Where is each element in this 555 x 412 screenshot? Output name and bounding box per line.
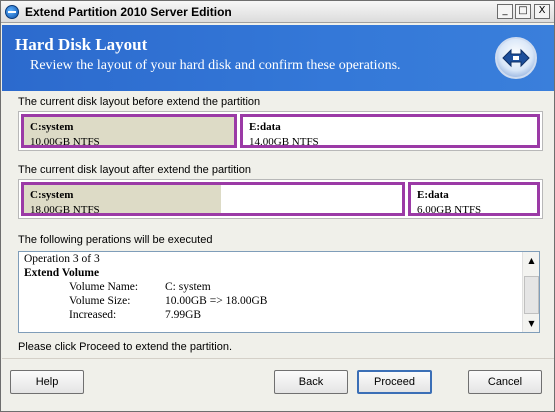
operation-counter: Operation 3 of 3 bbox=[24, 253, 100, 265]
instruction-text: Please click Proceed to extend the parti… bbox=[18, 341, 233, 353]
after-partition-c[interactable]: C:system 18.00GB NTFS bbox=[21, 182, 405, 216]
after-disk-bar: C:system 18.00GB NTFS E:data 6.00GB NTFS bbox=[18, 179, 543, 219]
partition-size: 14.00GB NTFS bbox=[249, 136, 319, 148]
detail-value: 7.99GB bbox=[165, 309, 202, 321]
title-bar[interactable]: Extend Partition 2010 Server Edition _ □… bbox=[1, 1, 554, 23]
page-subtitle: Review the layout of your hard disk and … bbox=[30, 58, 401, 73]
scroll-down-arrow-icon[interactable]: ▼ bbox=[524, 316, 539, 331]
partition-name: E:data bbox=[249, 121, 281, 133]
before-disk-bar: C:system 10.00GB NTFS E:data 14.00GB NTF… bbox=[18, 111, 543, 151]
divider bbox=[2, 358, 554, 359]
partition-name: C:system bbox=[30, 121, 74, 133]
after-layout-label: The current disk layout after extend the… bbox=[18, 164, 251, 176]
vertical-scrollbar[interactable]: ▲ ▼ bbox=[522, 252, 539, 332]
partition-name: E:data bbox=[417, 189, 449, 201]
operation-detail-row: Increased: 7.99GB bbox=[24, 308, 201, 322]
after-partition-e[interactable]: E:data 6.00GB NTFS bbox=[408, 182, 540, 216]
dialog-window: Extend Partition 2010 Server Edition _ □… bbox=[0, 0, 555, 412]
detail-value: 10.00GB => 18.00GB bbox=[165, 295, 268, 307]
operation-detail-row: Volume Name: C: system bbox=[24, 280, 211, 294]
scroll-up-arrow-icon[interactable]: ▲ bbox=[524, 253, 539, 268]
page-title: Hard Disk Layout bbox=[15, 35, 148, 54]
partition-arrows-icon bbox=[495, 37, 537, 79]
before-layout-label: The current disk layout before extend th… bbox=[18, 96, 261, 108]
proceed-button[interactable]: Proceed bbox=[357, 370, 432, 394]
operation-heading: Extend Volume bbox=[24, 267, 100, 279]
minimize-button[interactable]: _ bbox=[497, 4, 513, 19]
partition-size: 6.00GB NTFS bbox=[417, 204, 482, 216]
operations-label: The following perations will be executed bbox=[18, 234, 213, 246]
detail-key: Volume Name: bbox=[69, 281, 139, 293]
operations-content: Operation 3 of 3 Extend Volume Volume Na… bbox=[24, 252, 267, 322]
detail-key: Volume Size: bbox=[69, 295, 131, 307]
detail-value: C: system bbox=[165, 281, 211, 293]
close-button[interactable]: X bbox=[534, 4, 550, 19]
before-partition-e[interactable]: E:data 14.00GB NTFS bbox=[240, 114, 540, 148]
header-banner: Hard Disk Layout Review the layout of yo… bbox=[2, 25, 554, 91]
operation-detail-row: Volume Size: 10.00GB => 18.00GB bbox=[24, 294, 267, 308]
partition-name: C:system bbox=[30, 189, 74, 201]
window-title: Extend Partition 2010 Server Edition bbox=[25, 5, 232, 19]
maximize-button[interactable]: □ bbox=[515, 4, 531, 19]
partition-size: 10.00GB NTFS bbox=[30, 136, 100, 148]
scroll-thumb[interactable] bbox=[524, 276, 539, 314]
cancel-button[interactable]: Cancel bbox=[468, 370, 542, 394]
help-button[interactable]: Help bbox=[10, 370, 84, 394]
partition-size: 18.00GB NTFS bbox=[30, 204, 100, 216]
before-partition-c[interactable]: C:system 10.00GB NTFS bbox=[21, 114, 237, 148]
detail-key: Increased: bbox=[69, 309, 117, 321]
app-icon bbox=[5, 5, 19, 19]
operations-list[interactable]: Operation 3 of 3 Extend Volume Volume Na… bbox=[18, 251, 540, 333]
back-button[interactable]: Back bbox=[274, 370, 348, 394]
